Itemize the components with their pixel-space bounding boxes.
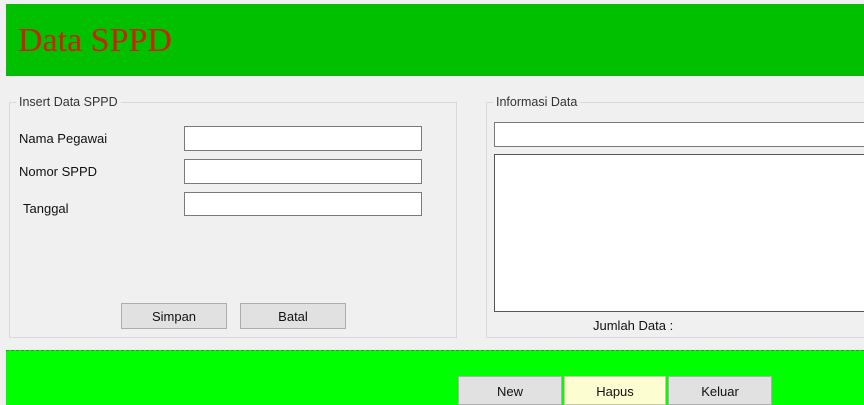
- nomor-sppd-label: Nomor SPPD: [19, 164, 98, 179]
- page-title: Data SPPD: [18, 22, 172, 59]
- keluar-button[interactable]: Keluar: [668, 376, 772, 405]
- nama-pegawai-label: Nama Pegawai: [19, 131, 108, 146]
- batal-button[interactable]: Batal: [240, 303, 346, 329]
- info-search-input[interactable]: [494, 122, 864, 147]
- jumlah-data-label: Jumlah Data :: [593, 318, 674, 333]
- nama-pegawai-input[interactable]: [184, 126, 422, 151]
- insert-group-legend: Insert Data SPPD: [19, 95, 118, 109]
- hapus-button[interactable]: Hapus: [564, 376, 666, 405]
- data-listbox[interactable]: [494, 154, 864, 312]
- tanggal-input[interactable]: [184, 192, 422, 216]
- simpan-button[interactable]: Simpan: [121, 303, 227, 329]
- header-panel: Data SPPD: [6, 4, 864, 76]
- tanggal-label: Tanggal: [23, 201, 69, 216]
- info-group-legend: Informasi Data: [496, 95, 578, 109]
- nomor-sppd-input[interactable]: [184, 159, 422, 184]
- new-button[interactable]: New: [458, 376, 562, 405]
